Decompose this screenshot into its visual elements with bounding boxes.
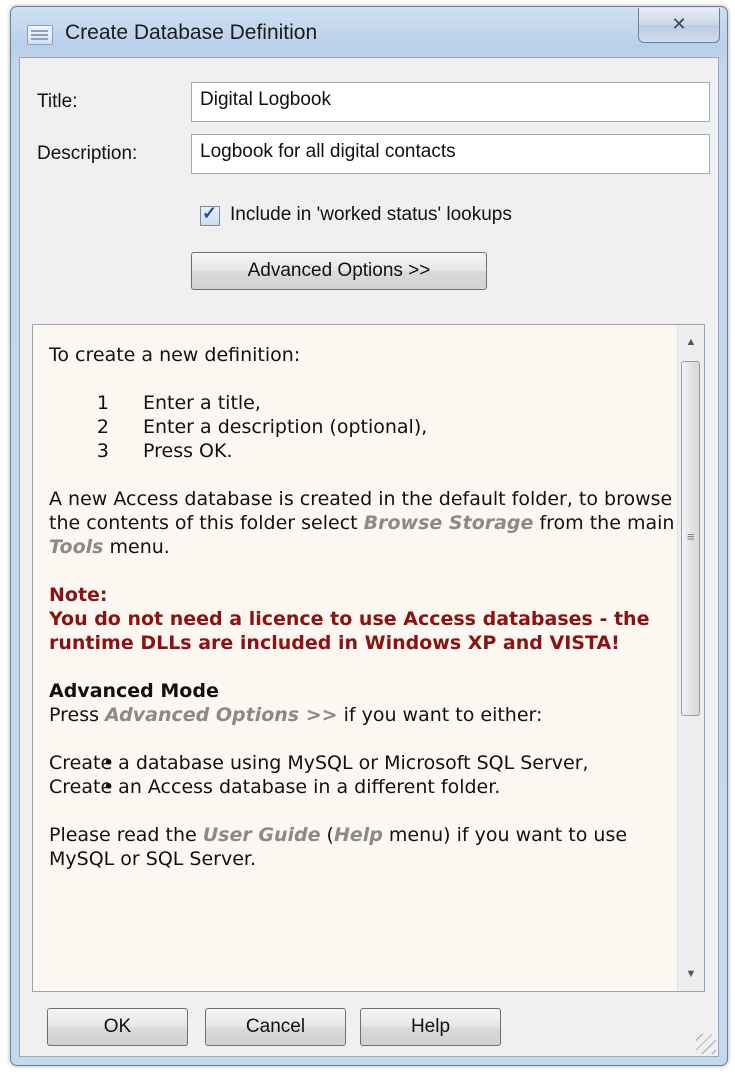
step-item: 1 Enter a title,: [49, 391, 675, 415]
include-lookups-checkbox[interactable]: ✓: [200, 203, 220, 226]
bullet-text: Create an Access database in a different…: [49, 776, 501, 798]
note-text: You do not need a licence to use Access …: [49, 608, 650, 654]
description-input[interactable]: Logbook for all digital contacts: [191, 134, 710, 174]
advanced-mode-heading: Advanced Mode: [49, 680, 219, 702]
user-guide-paragraph: Please read the User Guide (Help menu) i…: [49, 824, 628, 870]
step-text: Enter a title,: [143, 392, 261, 414]
bullet-icon: •: [103, 752, 115, 774]
step-number: 1: [96, 392, 109, 414]
step-item: 3 Press OK.: [49, 439, 675, 463]
dialog-body: Title: Digital Logbook Description: Logb…: [19, 57, 719, 1057]
checkmark-icon: ✓: [202, 203, 218, 223]
cancel-button[interactable]: Cancel: [205, 1008, 346, 1046]
resize-grip-icon[interactable]: [696, 1034, 716, 1054]
title-input[interactable]: Digital Logbook: [191, 82, 710, 122]
title-bar[interactable]: Create Database Definition ✕: [11, 7, 727, 59]
advanced-mode-text: Press Advanced Options >> if you want to…: [49, 704, 543, 726]
dialog-window: Create Database Definition ✕ Title: Digi…: [10, 6, 728, 1066]
advanced-options-button[interactable]: Advanced Options >>: [191, 252, 487, 290]
scroll-down-icon[interactable]: ▼: [678, 961, 704, 987]
bullet-item: • Create an Access database in a differe…: [49, 775, 675, 799]
help-link[interactable]: Help: [334, 824, 383, 846]
step-text: Press OK.: [143, 440, 233, 462]
title-label: Title:: [37, 91, 78, 112]
advanced-options-link[interactable]: Advanced Options >>: [105, 704, 338, 726]
step-number: 3: [96, 440, 109, 462]
include-lookups-label[interactable]: Include in 'worked status' lookups: [230, 204, 560, 226]
intro-text: To create a new definition:: [49, 344, 301, 366]
vertical-scrollbar[interactable]: ▲ ≡ ▼: [677, 325, 704, 991]
database-icon: [27, 25, 53, 45]
storage-paragraph: A new Access database is created in the …: [49, 488, 675, 558]
user-guide-link[interactable]: User Guide: [203, 824, 321, 846]
step-number: 2: [96, 416, 109, 438]
step-item: 2 Enter a description (optional),: [49, 415, 675, 439]
bullet-item: • Create a database using MySQL or Micro…: [49, 751, 675, 775]
grip-icon: ≡: [687, 529, 695, 544]
browse-storage-link[interactable]: Browse Storage: [364, 512, 534, 534]
bullet-icon: •: [103, 776, 115, 798]
ok-button[interactable]: OK: [47, 1008, 188, 1046]
note-heading: Note:: [49, 584, 108, 606]
help-text-panel: To create a new definition: 1 Enter a ti…: [32, 324, 705, 992]
scroll-thumb[interactable]: ≡: [681, 361, 700, 716]
scroll-up-icon[interactable]: ▲: [678, 329, 704, 355]
description-label: Description:: [37, 143, 138, 164]
help-text-content: To create a new definition: 1 Enter a ti…: [49, 343, 675, 871]
tools-link[interactable]: Tools: [49, 536, 103, 558]
window-title: Create Database Definition: [65, 21, 318, 44]
step-text: Enter a description (optional),: [143, 416, 428, 438]
close-button[interactable]: ✕: [638, 8, 720, 43]
bullet-text: Create a database using MySQL or Microso…: [49, 752, 589, 774]
help-button[interactable]: Help: [360, 1008, 501, 1046]
